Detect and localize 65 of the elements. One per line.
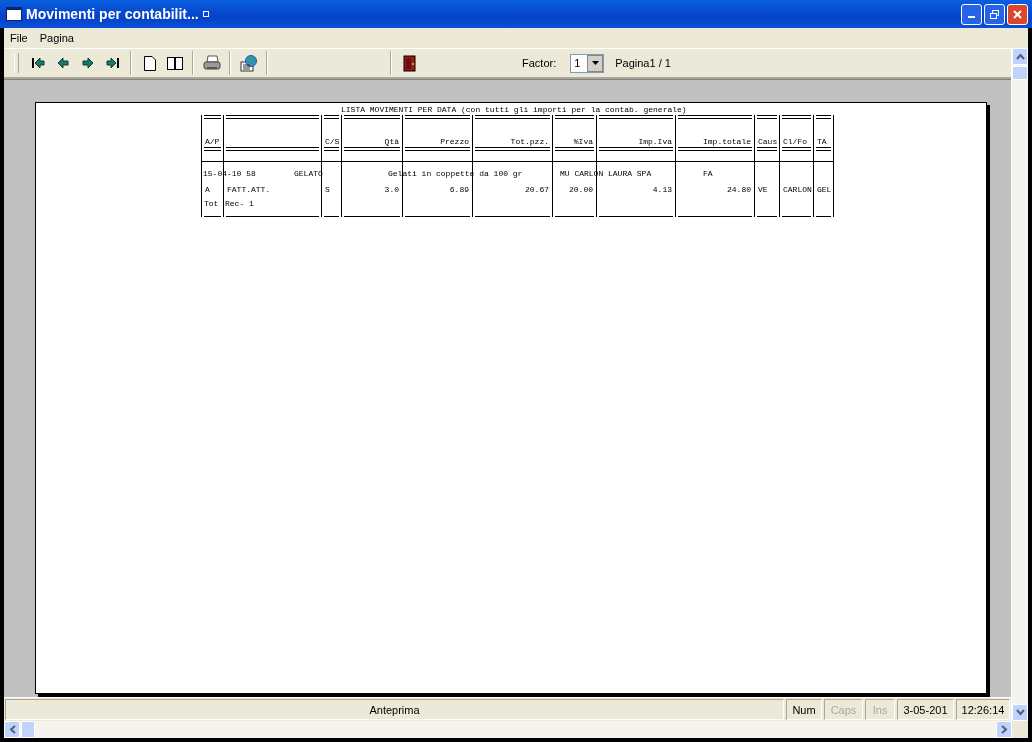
table-cell: 3.0 bbox=[384, 185, 399, 194]
status-message: Anteprima bbox=[5, 699, 784, 720]
horizontal-scrollbar[interactable] bbox=[4, 721, 1012, 738]
table-cell: S bbox=[325, 185, 330, 194]
restore-button[interactable] bbox=[984, 3, 1005, 25]
printer-icon[interactable] bbox=[202, 55, 221, 71]
factor-dropdown[interactable]: 1 bbox=[570, 53, 605, 73]
table-cell: 6.89 bbox=[449, 185, 469, 194]
column-header: A/P bbox=[205, 137, 220, 146]
table-cell: 20.00 bbox=[569, 185, 593, 194]
record-count: Rec- 1 bbox=[225, 199, 254, 209]
column-header: Caus bbox=[758, 137, 778, 146]
table-cell: A bbox=[205, 185, 210, 194]
status-indicator: Num bbox=[786, 699, 822, 720]
entry-text: FA bbox=[703, 169, 713, 179]
column-header: Qtà bbox=[384, 137, 399, 146]
table-cell: CARLON bbox=[783, 185, 812, 194]
two-pages-icon[interactable] bbox=[166, 56, 183, 70]
menu-item[interactable]: File bbox=[10, 32, 28, 44]
scroll-right-button[interactable] bbox=[996, 721, 1012, 738]
status-time: 12:26:14 bbox=[956, 699, 1010, 720]
close-button[interactable] bbox=[1007, 3, 1028, 25]
report-title: LISTA MOVIMENTI PER DATA (con tutti gli importi per la contab. generale) bbox=[341, 105, 687, 114]
close-icon bbox=[1012, 8, 1023, 20]
next-page-icon[interactable] bbox=[79, 55, 96, 71]
dropdown-arrow-icon bbox=[591, 61, 599, 65]
scroll-up-button[interactable] bbox=[1012, 48, 1028, 65]
scroll-thumb[interactable] bbox=[1012, 66, 1028, 80]
minimize-button[interactable] bbox=[961, 3, 982, 25]
restore-icon bbox=[989, 8, 1000, 20]
column-header: Cl/Fo bbox=[783, 137, 807, 146]
table-cell: FATT.ATT. bbox=[227, 185, 271, 194]
first-page-icon[interactable] bbox=[29, 55, 46, 71]
column-header: Imp.Iva bbox=[638, 137, 672, 146]
column-header: Prezzo bbox=[440, 137, 469, 146]
window-icon bbox=[6, 7, 22, 21]
column-header: C/S bbox=[325, 137, 340, 146]
column-header: Tot.pzz. bbox=[510, 137, 549, 146]
page-indicator: Pagina1 / 1 bbox=[615, 57, 671, 69]
table-cell: 24.80 bbox=[727, 185, 751, 194]
table-cell: VE bbox=[758, 185, 768, 194]
globe-document-icon[interactable] bbox=[239, 54, 258, 72]
status-indicator: Ins bbox=[865, 699, 895, 720]
exit-door-icon[interactable] bbox=[402, 54, 417, 72]
status-date: 3-05-201 bbox=[897, 699, 954, 720]
total-label: Tot bbox=[204, 199, 219, 209]
factor-label: Factor: bbox=[522, 57, 557, 69]
table-cell: 4.13 bbox=[652, 185, 672, 194]
table-cell: 20.67 bbox=[525, 185, 549, 194]
vertical-scrollbar[interactable] bbox=[1011, 48, 1028, 721]
chevron-icon bbox=[1015, 53, 1025, 60]
scroll-down-button[interactable] bbox=[1012, 704, 1028, 721]
scroll-left-button[interactable] bbox=[4, 721, 20, 738]
chevron-icon bbox=[8, 725, 16, 734]
window-title: Movimenti per contabilit... bbox=[26, 6, 199, 22]
column-header: Imp.totale bbox=[703, 137, 751, 146]
scroll-thumb[interactable] bbox=[21, 721, 35, 738]
column-header: %Iva bbox=[573, 137, 593, 146]
last-page-icon[interactable] bbox=[104, 55, 121, 71]
table-cell: GEL bbox=[817, 185, 832, 194]
minimize-icon bbox=[968, 16, 975, 18]
single-page-icon[interactable] bbox=[143, 55, 156, 71]
status-indicator: Caps bbox=[824, 699, 863, 720]
column-header: TA bbox=[817, 137, 827, 146]
menu-item[interactable]: Pagina bbox=[39, 32, 74, 44]
